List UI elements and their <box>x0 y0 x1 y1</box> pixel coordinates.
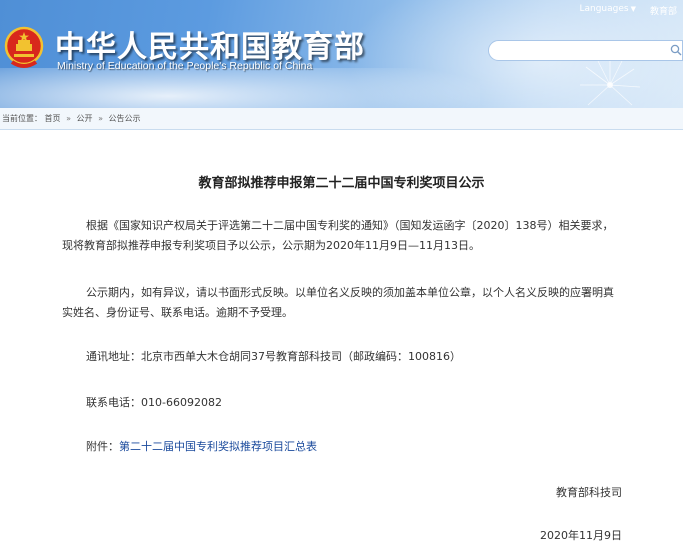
article-paragraph: 公示期内，如有异议，请以书面形式反映。以单位名义反映的须加盖本单位公章，以个人名… <box>62 286 614 319</box>
mobile-link[interactable]: 教育部 <box>650 4 677 17</box>
dandelion-decoration <box>580 59 641 106</box>
national-emblem-icon[interactable] <box>4 26 44 70</box>
breadcrumb-separator: » <box>98 114 103 123</box>
chevron-down-icon: ▼ <box>630 5 636 13</box>
breadcrumb-item-announcements[interactable]: 公告公示 <box>109 114 141 123</box>
contact-phone: 联系电话：010-66092082 <box>86 396 222 409</box>
article-title: 教育部拟推荐申报第二十二届中国专利奖项目公示 <box>198 176 485 191</box>
attachment-link[interactable]: 第二十二届中国专利奖拟推荐项目汇总表 <box>119 440 317 453</box>
signature-date: 2020年11月9日 <box>540 529 622 542</box>
search-box <box>488 40 683 61</box>
attachment-label: 附件： <box>86 440 119 453</box>
breadcrumb-prefix: 当前位置： <box>2 114 42 123</box>
search-icon[interactable] <box>670 44 682 56</box>
breadcrumb: 当前位置： 首页 » 公开 » 公告公示 <box>0 108 683 130</box>
signature-department: 教育部科技司 <box>556 486 622 499</box>
top-links: Languages ▼ 教育部 <box>579 4 677 17</box>
article-paragraph: 根据《国家知识产权局关于评选第二十二届中国专利奖的通知》（国知发运函字〔2020… <box>62 219 614 252</box>
search-input[interactable] <box>499 43 659 59</box>
languages-link[interactable]: Languages ▼ <box>579 4 636 17</box>
site-subtitle-english: Ministry of Education of the People's Re… <box>57 60 313 72</box>
breadcrumb-separator: » <box>66 114 71 123</box>
languages-label: Languages <box>579 4 629 14</box>
attachment-line: 附件：第二十二届中国专利奖拟推荐项目汇总表 <box>62 437 622 457</box>
cloud-decoration <box>0 68 480 108</box>
breadcrumb-item-home[interactable]: 首页 <box>45 114 61 123</box>
breadcrumb-item-public[interactable]: 公开 <box>77 114 93 123</box>
contact-address: 通讯地址：北京市西单大木仓胡同37号教育部科技司（邮政编码：100816） <box>86 350 461 363</box>
